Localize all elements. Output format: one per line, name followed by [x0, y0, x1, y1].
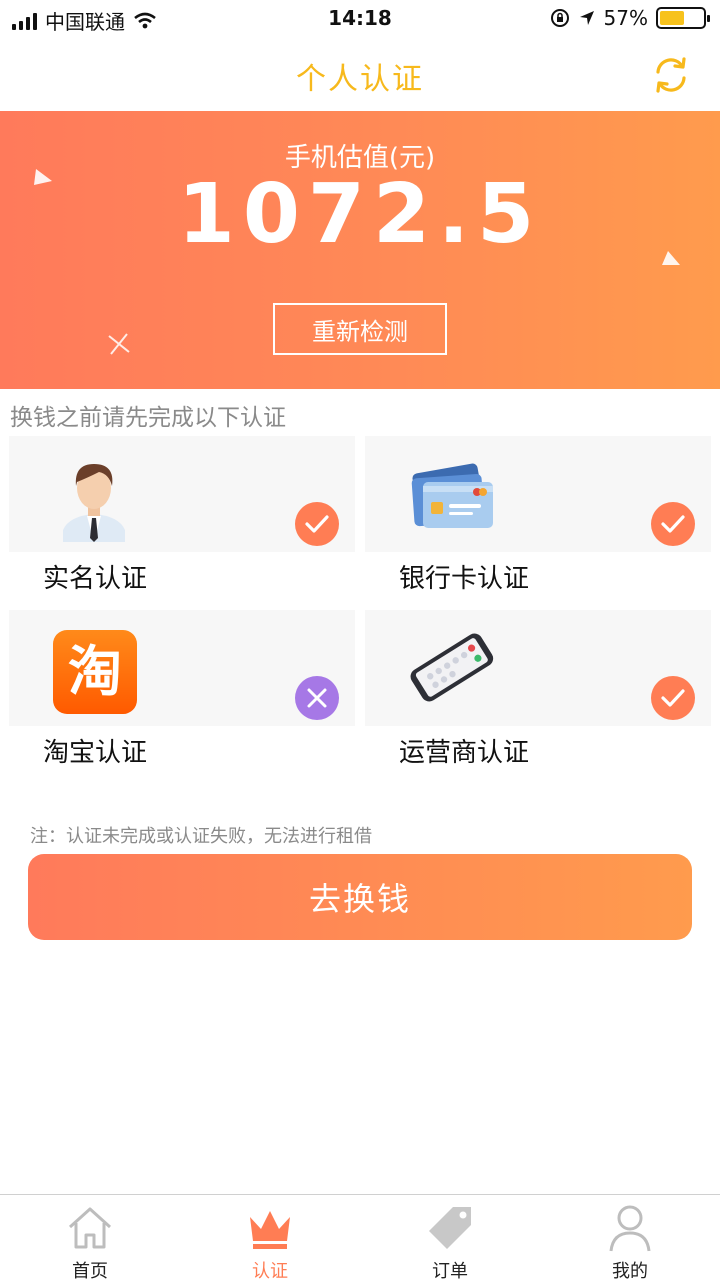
card-label: 运营商认证: [399, 738, 530, 768]
tab-label: 订单: [432, 1261, 468, 1280]
status-right: 57%: [550, 6, 710, 30]
card-taobao[interactable]: 淘 淘宝认证: [9, 610, 355, 770]
rotation-lock-icon: [550, 9, 569, 27]
get-cash-button[interactable]: 去换钱: [28, 854, 692, 940]
valuation-value: 1072.5: [177, 167, 543, 262]
tab-mine[interactable]: 我的: [540, 1195, 720, 1280]
tab-label: 首页: [72, 1261, 108, 1280]
nav-header: 个人认证: [0, 40, 720, 110]
location-arrow-icon: [579, 11, 594, 25]
home-icon: [68, 1207, 112, 1249]
tag-icon: [429, 1207, 471, 1249]
valuation-banner: 手机估值(元) 1072.5 重新检测: [0, 111, 720, 389]
card-label: 淘宝认证: [43, 738, 148, 768]
notice-text: 注：认证未完成或认证失败，无法进行租借: [30, 826, 372, 847]
battery-level: [660, 11, 684, 25]
tab-verify[interactable]: 认证: [180, 1195, 360, 1280]
status-check-icon: [651, 502, 695, 546]
refresh-icon[interactable]: [650, 54, 692, 96]
status-cross-icon: [295, 676, 339, 720]
section-title: 换钱之前请先完成以下认证: [10, 405, 286, 431]
tab-orders[interactable]: 订单: [360, 1195, 540, 1280]
card-real-name[interactable]: 实名认证: [9, 436, 355, 596]
battery-percent: 57%: [603, 6, 648, 30]
battery-icon: [656, 7, 710, 29]
card-bank[interactable]: 银行卡认证: [365, 436, 711, 596]
bank-card-icon: [411, 463, 493, 528]
crown-icon: [250, 1211, 290, 1249]
status-check-icon: [651, 676, 695, 720]
card-carrier[interactable]: 运营商认证: [365, 610, 711, 770]
person-icon: [63, 464, 125, 542]
phone-icon: [410, 633, 494, 702]
tab-home[interactable]: 首页: [0, 1195, 180, 1280]
cross-deco-icon: [108, 333, 130, 355]
tab-label: 我的: [612, 1261, 648, 1280]
tab-bar: 首页 认证 订单 我的: [0, 1194, 720, 1280]
user-icon: [609, 1205, 651, 1252]
card-label: 银行卡认证: [399, 564, 530, 594]
status-bar: 中国联通 14:18 57%: [0, 0, 720, 40]
taobao-icon: 淘: [53, 630, 137, 714]
page-title: 个人认证: [296, 62, 424, 97]
card-label: 实名认证: [43, 564, 148, 594]
recheck-button[interactable]: 重新检测: [273, 303, 447, 355]
status-check-icon: [295, 502, 339, 546]
tab-label: 认证: [252, 1261, 288, 1280]
